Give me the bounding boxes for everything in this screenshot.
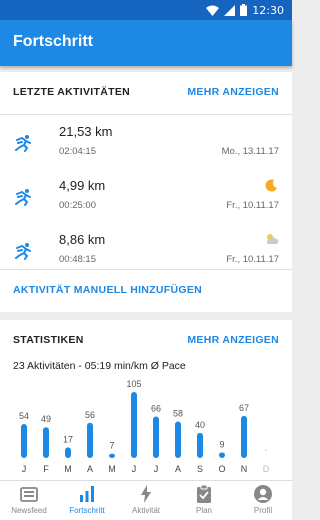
chart-category-label: M <box>108 464 116 474</box>
cloud-icon <box>265 232 279 246</box>
chart-bar[interactable] <box>175 421 181 458</box>
chart-data-label: 17 <box>63 434 73 444</box>
chart-category-label: D <box>263 464 270 474</box>
newsfeed-icon <box>19 484 39 504</box>
lightning-icon <box>136 484 156 504</box>
chart-data-label: 54 <box>19 411 29 421</box>
profile-icon <box>253 484 273 504</box>
chart-data-label: 66 <box>151 404 161 414</box>
signal-icon <box>224 4 236 16</box>
activity-date: Fr., 10.11.17 <box>226 254 279 265</box>
chart-data-label: 105 <box>126 379 141 389</box>
nav-item-label: Profil <box>253 506 273 515</box>
chart-data-label: 7 <box>109 441 114 451</box>
clipboard-icon <box>194 484 214 504</box>
activity-distance: 4,99 km <box>59 178 106 193</box>
wifi-icon <box>206 5 220 16</box>
chart-data-label: - <box>265 445 268 455</box>
chart-bar[interactable] <box>197 432 203 458</box>
chart-data-label: 49 <box>41 414 51 424</box>
chart-data-label: 58 <box>173 409 183 419</box>
chart-category-label: A <box>175 464 181 474</box>
page-title: Fortschritt <box>13 33 93 50</box>
activity-row[interactable]: 8,86 km 00:48:15 Fr., 10.11.17 <box>0 228 292 280</box>
chart-bar[interactable] <box>109 453 115 458</box>
nav-item-label: Aktivität <box>131 506 160 515</box>
monthly-bar-chart[interactable]: 54 J 49 F 17 M 56 A 7 M 105 J 66 J 58 A 40 S 9 O 67 N - D <box>0 378 292 480</box>
chart-data-label: 56 <box>85 410 95 420</box>
activity-distance: 8,86 km <box>59 232 106 247</box>
moon-icon <box>265 178 279 192</box>
chart-data-label: 40 <box>195 420 205 430</box>
nav-item-profile[interactable]: Profil <box>234 481 292 520</box>
nav-item-label: Newsfeed <box>11 506 47 515</box>
nav-item-progress[interactable]: Fortschritt <box>58 481 116 520</box>
chart-bar[interactable] <box>87 422 93 458</box>
chart-category-label: A <box>87 464 93 474</box>
chart-category-label: M <box>64 464 72 474</box>
activity-row[interactable]: 21,53 km 02:04:15 Mo., 13.11.17 <box>0 120 292 172</box>
activities-show-more-button[interactable]: MEHR ANZEIGEN <box>187 86 279 98</box>
battery-icon <box>240 4 248 16</box>
chart-bar[interactable] <box>219 452 225 458</box>
divider <box>0 269 292 270</box>
app-bar: Fortschritt <box>0 20 292 66</box>
recent-activities-card: LETZTE AKTIVITÄTEN MEHR ANZEIGEN 21,53 k… <box>0 72 292 312</box>
status-time: 12:30 <box>252 3 284 17</box>
chart-bar[interactable] <box>21 424 27 458</box>
running-icon <box>13 188 33 211</box>
statistics-summary: 23 Aktivitäten - 05:19 min/km Ø Pace <box>13 360 186 372</box>
running-icon <box>13 242 33 265</box>
status-bar: 12:30 <box>0 0 292 20</box>
activity-row[interactable]: 4,99 km 00:25:00 Fr., 10.11.17 <box>0 174 292 226</box>
chart-category-label: N <box>241 464 248 474</box>
add-activity-manually-button[interactable]: AKTIVITÄT MANUELL HINZUFÜGEN <box>13 284 202 296</box>
chart-category-label: F <box>43 464 49 474</box>
nav-item-plan[interactable]: Plan <box>175 481 233 520</box>
bottom-navigation: Newsfeed Fortschritt Aktivität Plan Prof… <box>0 480 292 520</box>
activity-date: Fr., 10.11.17 <box>226 200 279 211</box>
chart-data-label: 67 <box>239 403 249 413</box>
statistics-show-more-button[interactable]: MEHR ANZEIGEN <box>187 334 279 346</box>
recent-activities-title: LETZTE AKTIVITÄTEN <box>13 86 131 98</box>
nav-item-activity[interactable]: Aktivität <box>117 481 175 520</box>
chart-category-label: J <box>132 464 137 474</box>
statistics-card: STATISTIKEN MEHR ANZEIGEN 23 Aktivitäten… <box>0 320 292 480</box>
chart-category-label: O <box>218 464 225 474</box>
chart-bar[interactable] <box>131 392 137 458</box>
statistics-title: STATISTIKEN <box>13 334 84 346</box>
activity-distance: 21,53 km <box>59 124 113 139</box>
chart-category-label: J <box>154 464 159 474</box>
nav-item-label: Plan <box>195 506 212 515</box>
nav-item-newsfeed[interactable]: Newsfeed <box>0 481 58 520</box>
chart-bar[interactable] <box>43 427 49 458</box>
chart-category-label: J <box>22 464 27 474</box>
chart-bar[interactable] <box>241 415 247 458</box>
chart-data-label: 9 <box>219 439 224 449</box>
activity-duration: 00:48:15 <box>59 254 96 265</box>
nav-item-label: Fortschritt <box>69 506 105 515</box>
chart-category-label: S <box>197 464 203 474</box>
activity-duration: 02:04:15 <box>59 146 96 157</box>
running-icon <box>13 134 33 157</box>
chart-bar[interactable] <box>65 447 71 458</box>
activity-date: Mo., 13.11.17 <box>221 146 279 157</box>
bar-chart-icon <box>77 484 97 504</box>
chart-bar[interactable] <box>153 416 159 458</box>
activity-duration: 00:25:00 <box>59 200 96 211</box>
divider <box>0 114 292 115</box>
